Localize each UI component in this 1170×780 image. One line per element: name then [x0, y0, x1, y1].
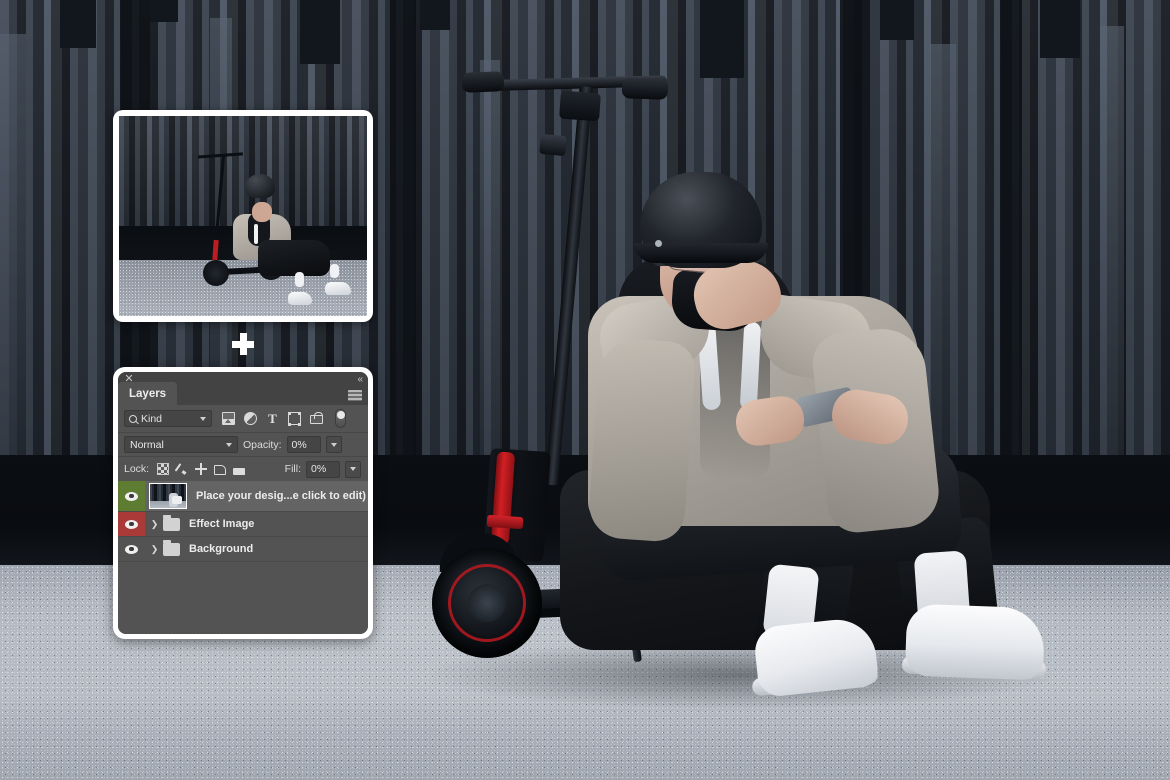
- scooter-display: [559, 90, 601, 122]
- person-right-sneaker: [904, 603, 1046, 681]
- panel-menu-icon[interactable]: [348, 390, 362, 401]
- helmet-rivet: [655, 240, 662, 247]
- scooter-grip-left: [461, 71, 505, 93]
- preview-person-helmet: [245, 174, 276, 198]
- folder-icon: [163, 539, 180, 556]
- table-row[interactable]: Place your desig...e click to edit): [118, 481, 368, 512]
- filter-toggle-switch[interactable]: [335, 409, 346, 428]
- lock-position-icon[interactable]: [195, 463, 208, 475]
- filter-kind-label: Kind: [141, 412, 163, 425]
- design-preview-card[interactable]: [113, 110, 373, 322]
- adjustment-filter-icon[interactable]: [244, 412, 257, 425]
- eye-icon: [125, 544, 138, 554]
- preview-left-sneaker: [287, 292, 312, 305]
- blend-mode-value: Normal: [130, 438, 164, 451]
- wall-slat-highlight: [930, 44, 956, 459]
- chevron-down-icon: [350, 467, 356, 471]
- fill-label: Fill:: [284, 463, 301, 475]
- lock-artboard-icon[interactable]: [214, 464, 227, 475]
- wall-slat-notch: [1040, 0, 1080, 58]
- lock-row: Lock: Fill: 0%: [118, 456, 368, 481]
- chevron-down-icon: [226, 443, 232, 447]
- tab-layers-label: Layers: [129, 387, 167, 400]
- scooter-stem-clamp: [539, 133, 567, 157]
- fill-value: 0%: [311, 463, 327, 475]
- wall-slat-notch: [60, 0, 96, 48]
- fill-group: Fill: 0%: [284, 460, 362, 478]
- scooter-grip-right: [621, 77, 669, 100]
- table-row[interactable]: ❯ Effect Image: [118, 512, 368, 537]
- preview-left-sock: [295, 272, 305, 287]
- shape-filter-icon[interactable]: [287, 411, 301, 426]
- layer-visibility-toggle[interactable]: [118, 512, 145, 536]
- smart-object-corner-icon: [150, 484, 186, 508]
- layer-thumbnail[interactable]: [149, 483, 187, 509]
- layer-list: Place your desig...e click to edit) ❯ Ef…: [118, 481, 368, 634]
- chevron-right-icon[interactable]: ❯: [148, 519, 161, 530]
- preview-person-face: [251, 202, 272, 222]
- eye-icon: [125, 491, 138, 501]
- wall-slat-highlight: [0, 34, 26, 464]
- layer-filter-row: Kind T: [118, 405, 368, 432]
- lock-transparency-icon[interactable]: [157, 463, 170, 475]
- layer-name: Background: [189, 543, 254, 555]
- preview-right-sock: [329, 264, 339, 278]
- blend-mode-row: Normal Opacity: 0%: [118, 432, 368, 456]
- fill-input[interactable]: 0%: [306, 460, 340, 478]
- type-filter-icon[interactable]: T: [266, 412, 279, 425]
- table-row[interactable]: ❯ Background: [118, 537, 368, 562]
- wall-slat-notch: [700, 0, 744, 78]
- layer-name: Effect Image: [189, 518, 255, 530]
- opacity-stepper[interactable]: [325, 436, 342, 453]
- filter-type-icons: T: [222, 409, 346, 428]
- layer-visibility-toggle[interactable]: [118, 481, 145, 511]
- wall-slat-notch: [880, 0, 914, 40]
- lock-label: Lock:: [124, 463, 150, 475]
- wall-slat-highlight: [480, 60, 500, 460]
- fill-stepper[interactable]: [345, 460, 361, 478]
- design-preview-image: [119, 116, 367, 316]
- wall-slat-notch: [300, 0, 340, 64]
- opacity-value: 0%: [291, 438, 307, 451]
- wall-slat-shadow: [390, 0, 416, 460]
- folder-icon: [163, 514, 180, 531]
- opacity-label: Opacity:: [243, 438, 282, 451]
- lock-image-pixels-icon[interactable]: [176, 463, 188, 475]
- collapse-panel-icon[interactable]: «: [357, 374, 362, 385]
- person-left-sneaker: [752, 615, 880, 699]
- wall-slat-notch: [150, 0, 178, 22]
- wall-slat-highlight: [1100, 26, 1124, 461]
- scooter-front-hub: [468, 584, 506, 622]
- filter-kind-select[interactable]: Kind: [124, 410, 212, 427]
- opacity-input[interactable]: 0%: [286, 436, 321, 453]
- chevron-down-icon: [330, 442, 337, 447]
- helmet-brim: [634, 243, 768, 263]
- smart-object-filter-icon[interactable]: [310, 412, 323, 424]
- lock-all-icon[interactable]: [233, 467, 246, 475]
- person-left-arm: [587, 336, 697, 544]
- preview-hoodie-drawstring: [254, 224, 259, 244]
- image-filter-icon[interactable]: [222, 412, 235, 425]
- preview-person-pants: [257, 240, 330, 276]
- chevron-down-icon: [200, 417, 206, 421]
- plus-icon: [232, 333, 254, 355]
- eye-icon: [125, 519, 138, 529]
- blend-mode-select[interactable]: Normal: [124, 436, 238, 453]
- scooter-suspension-clamp: [486, 514, 524, 530]
- layers-panel-body: ✕ « Layers Kind T Normal Opacity: 0% Loc…: [118, 372, 368, 634]
- tab-layers[interactable]: Layers: [118, 382, 178, 405]
- preview-right-sneaker: [324, 282, 351, 295]
- layer-name: Place your desig...e click to edit): [196, 490, 366, 502]
- wall-slat-notch: [420, 0, 450, 30]
- search-icon: [129, 414, 137, 423]
- layer-visibility-toggle[interactable]: [118, 537, 145, 561]
- layers-panel: ✕ « Layers Kind T Normal Opacity: 0% Loc…: [113, 367, 373, 639]
- panel-tabstrip: ✕ « Layers: [118, 372, 368, 405]
- chevron-right-icon[interactable]: ❯: [148, 544, 161, 555]
- wall-slat-shadow: [1000, 0, 1022, 460]
